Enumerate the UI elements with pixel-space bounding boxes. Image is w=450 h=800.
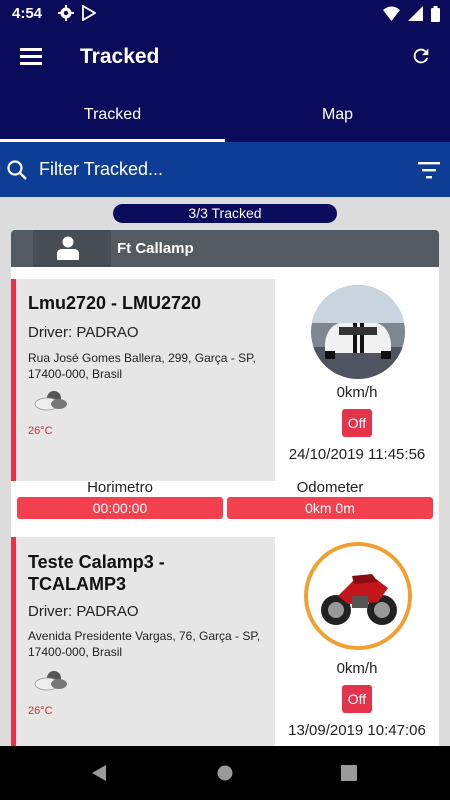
vehicle-address: Rua José Gomes Ballera, 299, Garça - SP,… xyxy=(28,351,256,381)
driver-label: Driver: PADRAO xyxy=(28,324,139,341)
play-store-icon xyxy=(82,5,96,21)
vehicle-name: Lmu2720 - LMU2720 xyxy=(28,293,202,313)
vehicle-card[interactable]: Teste Calamp3 - TCALAMP3 Driver: PADRAO … xyxy=(11,525,439,746)
signal-icon xyxy=(408,6,423,21)
gear-icon xyxy=(58,5,74,21)
horimetro-stat: Horimetro 00:00:00 xyxy=(17,479,223,519)
app-bar: Tracked xyxy=(0,28,450,88)
last-update-datetime: 24/10/2019 11:45:56 xyxy=(288,446,426,463)
refresh-icon[interactable] xyxy=(410,45,432,67)
speed-label: 0km/h xyxy=(336,384,378,401)
last-update-datetime: 13/09/2019 10:47:06 xyxy=(288,722,426,739)
horimetro-value: 00:00:00 xyxy=(17,497,223,519)
odometer-value: 0km 0m xyxy=(227,497,433,519)
wifi-icon xyxy=(383,6,400,21)
ignition-status-button[interactable]: Off xyxy=(342,409,372,437)
vehicle-address: Avenida Presidente Vargas, 76, Garça - S… xyxy=(28,629,261,659)
group-avatar xyxy=(33,230,111,267)
tab-bar: Tracked Map xyxy=(0,88,450,142)
cloudy-weather-icon xyxy=(34,671,67,691)
driver-label: Driver: PADRAO xyxy=(28,603,139,620)
group-header[interactable]: Ft Callamp xyxy=(11,230,439,267)
tab-map[interactable]: Map xyxy=(225,88,450,142)
odometer-label: Odometer xyxy=(296,479,364,496)
status-bar: 4:54 xyxy=(0,0,450,28)
filter-input[interactable]: Filter Tracked... xyxy=(39,159,163,180)
page-title: Tracked xyxy=(80,45,160,68)
vehicle-info-panel: Lmu2720 - LMU2720 Driver: PADRAO Rua Jos… xyxy=(11,279,275,481)
filter-bar: Filter Tracked... xyxy=(0,142,450,197)
menu-icon[interactable] xyxy=(20,48,42,66)
tab-tracked[interactable]: Tracked xyxy=(0,88,225,142)
temperature-label: 26°C xyxy=(28,425,53,437)
back-icon[interactable] xyxy=(90,764,108,782)
ignition-status-button[interactable]: Off xyxy=(342,685,372,713)
person-icon xyxy=(57,236,79,260)
system-nav-bar xyxy=(0,746,450,800)
filter-list-icon[interactable] xyxy=(418,161,440,179)
speed-label: 0km/h xyxy=(336,660,378,677)
status-time: 4:54 xyxy=(12,5,43,22)
odometer-stat: Odometer 0km 0m xyxy=(227,479,433,519)
home-icon[interactable] xyxy=(217,765,233,781)
vehicle-info-panel: Teste Calamp3 - TCALAMP3 Driver: PADRAO … xyxy=(11,537,275,746)
search-icon[interactable] xyxy=(6,159,28,181)
motorcycle-photo xyxy=(304,542,412,650)
battery-icon xyxy=(431,6,440,22)
cloudy-weather-icon xyxy=(34,391,67,411)
car-photo xyxy=(311,285,405,379)
horimetro-label: Horimetro xyxy=(87,479,153,496)
vehicle-card[interactable]: Lmu2720 - LMU2720 Driver: PADRAO Rua Jos… xyxy=(11,267,439,525)
temperature-label: 26°C xyxy=(28,705,53,717)
recents-icon[interactable] xyxy=(341,765,357,781)
group-name: Ft Callamp xyxy=(117,240,194,257)
vehicle-name: Teste Calamp3 - TCALAMP3 xyxy=(28,552,165,594)
tracked-count-badge: 3/3 Tracked xyxy=(113,204,337,223)
